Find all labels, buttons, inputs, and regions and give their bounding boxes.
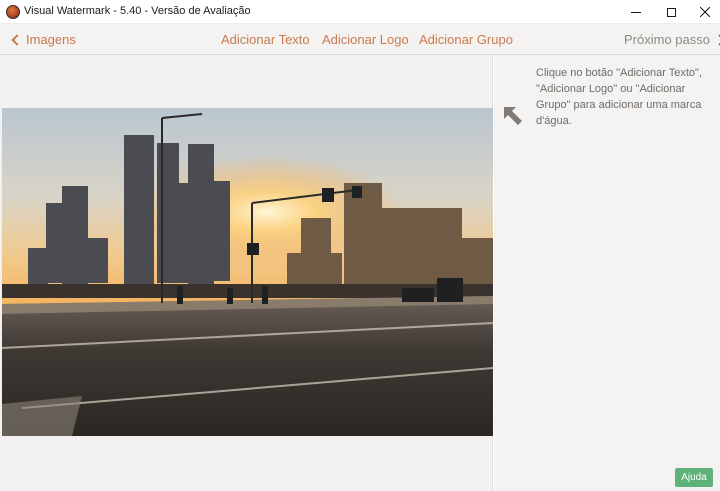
back-to-images-button[interactable]: Imagens	[10, 32, 76, 47]
help-button[interactable]: Ajuda	[675, 468, 713, 487]
add-text-button[interactable]: Adicionar Texto	[221, 32, 310, 47]
app-logo-icon	[6, 5, 20, 19]
add-group-button[interactable]: Adicionar Grupo	[419, 32, 513, 47]
side-panel: Clique no botão "Adicionar Texto", "Adic…	[494, 55, 720, 491]
toolbar: Imagens Adicionar Texto Adicionar Logo A…	[0, 24, 720, 55]
preview-photo	[2, 108, 493, 436]
image-preview-area	[0, 55, 493, 491]
minimize-icon	[631, 11, 641, 13]
close-icon	[700, 7, 710, 17]
close-button[interactable]	[682, 0, 720, 24]
chevron-right-icon	[714, 33, 720, 46]
next-step-button[interactable]: Próximo passo	[624, 32, 720, 47]
title-bar: Visual Watermark - 5.40 - Versão de Aval…	[0, 0, 720, 24]
chevron-left-icon	[11, 33, 23, 46]
back-label: Imagens	[26, 32, 76, 47]
pointing-arrow-icon	[504, 107, 522, 125]
window-title: Visual Watermark - 5.40 - Versão de Aval…	[24, 5, 251, 17]
maximize-icon	[666, 7, 676, 17]
hint-text: Clique no botão "Adicionar Texto", "Adic…	[536, 67, 702, 127]
next-label: Próximo passo	[624, 32, 710, 47]
add-logo-button[interactable]: Adicionar Logo	[322, 32, 409, 47]
